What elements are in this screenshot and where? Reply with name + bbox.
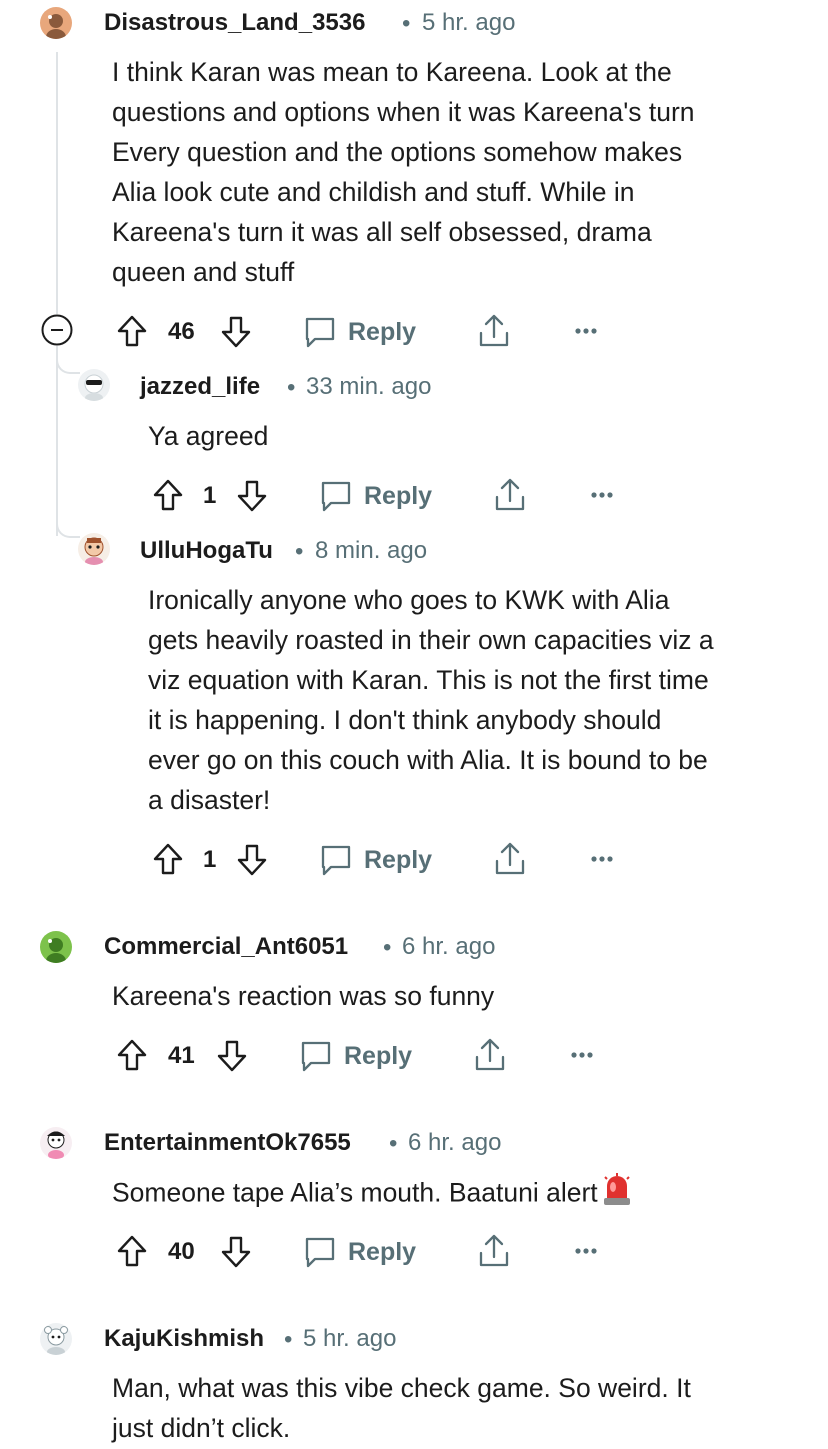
vote-count: 41 (168, 1042, 195, 1069)
more-options-icon[interactable] (574, 327, 598, 335)
comment-author[interactable]: Commercial_Ant6051 (104, 933, 348, 961)
comment-timestamp: 33 min. ago (306, 373, 432, 400)
comment-line: just didn’t click. (112, 1413, 291, 1443)
upvote-icon[interactable] (116, 1038, 148, 1072)
avatar[interactable] (40, 1127, 72, 1159)
separator-dot: • (389, 1130, 398, 1157)
comment-line: Kareena's turn it was all self obsessed,… (112, 217, 652, 247)
downvote-icon[interactable] (216, 1039, 248, 1073)
thread-line (56, 52, 58, 314)
comment-body: I think Karan was mean to Kareena. Look … (112, 52, 792, 292)
comment-line: Kareena's reaction was so funny (112, 981, 495, 1011)
share-icon[interactable] (493, 477, 527, 513)
comment-timestamp: 8 min. ago (315, 537, 428, 564)
separator-dot: • (402, 10, 411, 37)
comment-author[interactable]: Disastrous_Land_3536 (104, 9, 365, 37)
comment-line: Man, what was this vibe check game. So w… (112, 1373, 691, 1403)
comment-timestamp: 5 hr. ago (422, 9, 516, 36)
comment-line: Ironically anyone who goes to KWK with A… (148, 585, 670, 615)
reply-icon[interactable] (303, 315, 337, 349)
reply-icon[interactable] (303, 1235, 337, 1269)
siren-emoji (602, 1172, 632, 1217)
reply-icon[interactable] (299, 1039, 333, 1073)
comment-line: Someone tape Alia’s mouth. Baatuni alert (112, 1172, 802, 1217)
vote-count: 1 (203, 482, 217, 509)
upvote-icon[interactable] (116, 1234, 148, 1268)
comment-line: queen and stuff (112, 257, 295, 287)
separator-dot: • (287, 374, 296, 401)
reply-icon[interactable] (319, 479, 353, 513)
avatar[interactable] (40, 1323, 72, 1355)
comment-body: Ironically anyone who goes to KWK with A… (148, 580, 808, 820)
vote-count: 1 (203, 846, 217, 873)
reply-button[interactable]: Reply (348, 318, 416, 347)
avatar[interactable] (40, 931, 72, 963)
share-icon[interactable] (477, 313, 511, 349)
comment-line: I think Karan was mean to Kareena. Look … (112, 57, 672, 87)
vote-count: 40 (168, 1238, 195, 1265)
more-options-icon[interactable] (570, 1051, 594, 1059)
separator-dot: • (383, 934, 392, 961)
comment-author[interactable]: EntertainmentOk7655 (104, 1129, 351, 1157)
reply-button[interactable]: Reply (348, 1238, 416, 1267)
thread-branch (56, 356, 80, 374)
more-options-icon[interactable] (590, 855, 614, 863)
comment-body: Someone tape Alia’s mouth. Baatuni alert (112, 1172, 802, 1217)
share-icon[interactable] (477, 1233, 511, 1269)
comment-body: Kareena's reaction was so funny (112, 976, 792, 1016)
comment-line: viz equation with Karan. This is not the… (148, 665, 709, 695)
comment-line: Alia look cute and childish and stuff. W… (112, 177, 635, 207)
comment-author[interactable]: jazzed_life (140, 373, 260, 401)
comment-text: Someone tape Alia’s mouth. Baatuni alert (112, 1177, 598, 1208)
collapse-minus-icon[interactable] (41, 314, 73, 346)
reply-icon[interactable] (319, 843, 353, 877)
comment-timestamp: 6 hr. ago (402, 933, 496, 960)
comment-author[interactable]: KajuKishmish (104, 1325, 264, 1353)
comment-author[interactable]: UlluHogaTu (140, 537, 273, 565)
comment-line: questions and options when it was Kareen… (112, 97, 695, 127)
share-icon[interactable] (473, 1037, 507, 1073)
more-options-icon[interactable] (590, 491, 614, 499)
comment-timestamp: 5 hr. ago (303, 1325, 397, 1352)
avatar[interactable] (78, 533, 110, 565)
share-icon[interactable] (493, 841, 527, 877)
vote-count: 46 (168, 318, 195, 345)
separator-dot: • (295, 538, 304, 565)
avatar[interactable] (78, 369, 110, 401)
more-options-icon[interactable] (574, 1247, 598, 1255)
reply-button[interactable]: Reply (344, 1042, 412, 1071)
comment-line: a disaster! (148, 785, 271, 815)
downvote-icon[interactable] (236, 843, 268, 877)
comment-body: Man, what was this vibe check game. So w… (112, 1368, 802, 1448)
comment-line: Ya agreed (148, 421, 269, 451)
avatar[interactable] (40, 7, 72, 39)
comment-timestamp: 6 hr. ago (408, 1129, 502, 1156)
reply-button[interactable]: Reply (364, 482, 432, 511)
comment-line: gets heavily roasted in their own capaci… (148, 625, 714, 655)
reply-button[interactable]: Reply (364, 846, 432, 875)
downvote-icon[interactable] (236, 479, 268, 513)
upvote-icon[interactable] (152, 478, 184, 512)
downvote-icon[interactable] (220, 1235, 252, 1269)
downvote-icon[interactable] (220, 315, 252, 349)
separator-dot: • (284, 1326, 293, 1353)
comment-line: ever go on this couch with Alia. It is b… (148, 745, 708, 775)
thread-line (56, 346, 58, 536)
comment-line: Every question and the options somehow m… (112, 137, 683, 167)
comment-line: it is happening. I don't think anybody s… (148, 705, 662, 735)
comment-body: Ya agreed (148, 416, 788, 456)
thread-branch (56, 520, 80, 538)
upvote-icon[interactable] (116, 314, 148, 348)
upvote-icon[interactable] (152, 842, 184, 876)
